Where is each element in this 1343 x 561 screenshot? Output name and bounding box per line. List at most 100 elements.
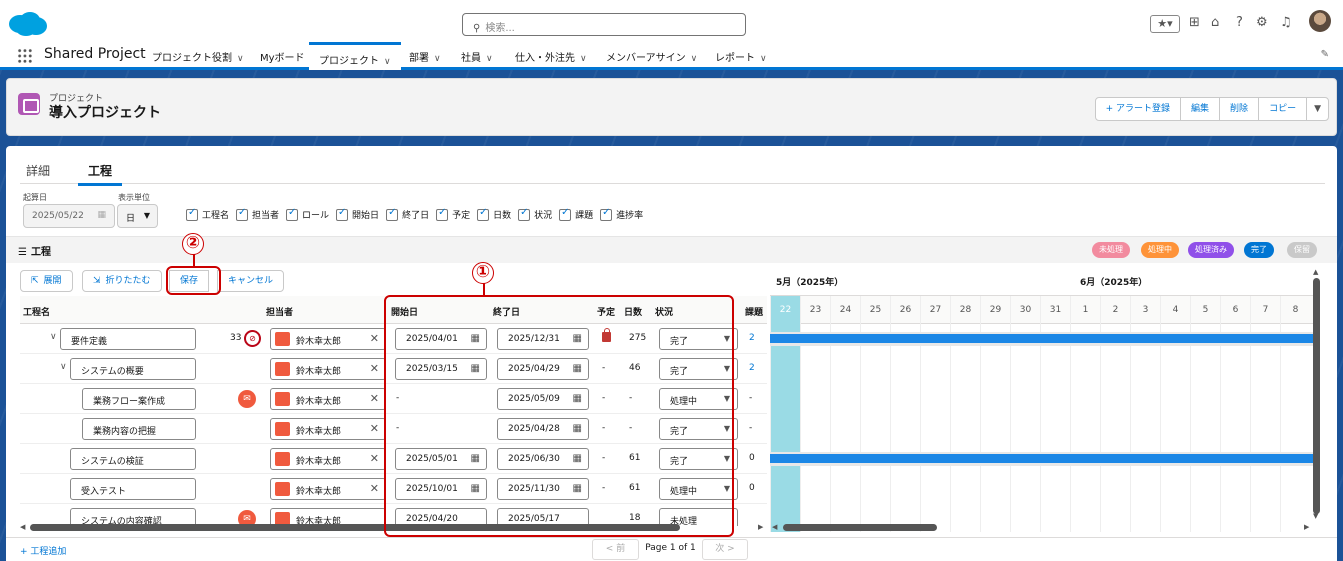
scroll-up-icon[interactable]: ▲ <box>1313 268 1318 276</box>
column-toggle-name[interactable]: 工程名 <box>186 207 229 221</box>
owner-lookup[interactable]: 鈴木幸太郎 ✕ <box>270 328 386 350</box>
start-date-input[interactable]: 2025/05/22 ▦ <box>23 204 115 228</box>
gantt-column <box>1070 324 1100 532</box>
clear-icon[interactable]: ✕ <box>370 392 379 405</box>
checkbox-checked-icon[interactable] <box>436 207 449 221</box>
issues-link[interactable]: 2 <box>749 333 755 343</box>
global-search-input[interactable]: ⚲ 検索... <box>462 13 746 36</box>
checkbox-checked-icon[interactable] <box>559 207 572 221</box>
next-page-button[interactable]: 次 > <box>702 539 748 560</box>
owner-lookup[interactable]: 鈴木幸太郎 ✕ <box>270 418 386 440</box>
scroll-right-icon[interactable]: ▶ <box>1304 523 1309 531</box>
gantt-column <box>1160 324 1190 532</box>
expand-button[interactable]: ⇱ 展開 <box>20 270 73 292</box>
chevron-down-icon[interactable]: ∨ <box>691 54 698 64</box>
owner-lookup[interactable]: 鈴木幸太郎 ✕ <box>270 358 386 380</box>
clear-icon[interactable]: ✕ <box>370 362 379 375</box>
column-toggle-status[interactable]: 状況 <box>518 207 552 221</box>
checkbox-checked-icon[interactable] <box>186 207 198 221</box>
add-icon[interactable]: ⊞ <box>1189 15 1200 30</box>
user-avatar[interactable] <box>1309 10 1331 32</box>
delete-button[interactable]: 削除 <box>1219 97 1260 121</box>
edit-nav-pencil-icon[interactable]: ✎ <box>1321 49 1329 60</box>
process-name-input[interactable]: システムの概要 <box>70 358 196 380</box>
gantt-day: 28 <box>950 296 980 324</box>
cancel-button[interactable]: キャンセル <box>217 270 285 292</box>
notification-bell-icon[interactable]: ♫ <box>1280 15 1292 30</box>
trailhead-icon[interactable]: ⌂ <box>1211 15 1219 30</box>
chevron-down-icon[interactable]: ∨ <box>580 54 587 64</box>
nav-item-my-board[interactable]: Myボード <box>260 49 305 64</box>
gantt-bar-requirements[interactable] <box>770 334 1316 343</box>
nav-item-member-assign[interactable]: メンバーアサイン ∨ <box>606 49 697 64</box>
chevron-down-icon[interactable]: ∨ <box>237 54 244 64</box>
display-unit-select[interactable]: 日 ▼ <box>117 204 158 228</box>
prev-page-button[interactable]: < 前 <box>592 539 639 560</box>
process-name-input[interactable]: 業務内容の把握 <box>82 418 196 440</box>
tab-process[interactable]: 工程 <box>78 162 123 186</box>
collapse-button[interactable]: ⇲ 折りたたむ <box>82 270 162 292</box>
toggle-label: ロール <box>302 211 330 221</box>
checkbox-checked-icon[interactable] <box>236 207 249 221</box>
gantt-bar-system-verification[interactable] <box>770 454 1316 463</box>
more-actions-dropdown-icon[interactable]: ▼ <box>1306 97 1329 121</box>
scroll-right-icon[interactable]: ▶ <box>758 523 763 531</box>
app-launcher-icon[interactable] <box>17 48 33 64</box>
nav-item-project[interactable]: プロジェクト ∨ <box>309 42 401 70</box>
scroll-left-icon[interactable]: ◀ <box>20 523 25 531</box>
nav-item-report[interactable]: レポート ∨ <box>715 49 767 64</box>
process-name-input[interactable]: 要件定義 <box>60 328 196 350</box>
process-name-input[interactable]: システムの検証 <box>70 448 196 470</box>
clear-icon[interactable]: ✕ <box>370 332 379 345</box>
checkbox-checked-icon[interactable] <box>336 207 349 221</box>
checkbox-checked-icon[interactable] <box>600 207 613 221</box>
chevron-down-icon[interactable]: ∨ <box>50 332 57 342</box>
add-alert-button[interactable]: + アラート登録 <box>1094 97 1182 121</box>
favorites-button[interactable]: ★▾ <box>1150 15 1180 33</box>
process-name-input[interactable]: 受入テスト <box>70 478 196 500</box>
column-toggle-start[interactable]: 開始日 <box>336 207 379 221</box>
scroll-left-icon[interactable]: ◀ <box>772 523 777 531</box>
column-toggle-role[interactable]: ロール <box>286 207 330 221</box>
checkbox-checked-icon[interactable] <box>477 207 490 221</box>
column-toggle-end[interactable]: 終了日 <box>386 207 429 221</box>
chevron-down-icon[interactable]: ∨ <box>486 54 493 64</box>
owner-lookup[interactable]: 鈴木幸太郎 ✕ <box>270 448 386 470</box>
nav-item-project-role[interactable]: プロジェクト役割 ∨ <box>152 49 244 64</box>
owner-name: 鈴木幸太郎 <box>296 337 342 347</box>
nav-item-department[interactable]: 部署 ∨ <box>409 49 441 64</box>
column-toggle-plan[interactable]: 予定 <box>436 207 470 221</box>
edit-button[interactable]: 編集 <box>1180 97 1221 121</box>
column-toggle-days[interactable]: 日数 <box>477 207 511 221</box>
nav-item-supplier[interactable]: 仕入・外注先 ∨ <box>515 49 587 64</box>
chevron-down-icon[interactable]: ∨ <box>60 362 67 372</box>
column-toggle-owner[interactable]: 担当者 <box>236 207 279 221</box>
chevron-down-icon[interactable]: ∨ <box>434 54 441 64</box>
scroll-down-icon[interactable]: ▼ <box>1313 512 1318 520</box>
owner-lookup[interactable]: 鈴木幸太郎 ✕ <box>270 478 386 500</box>
chevron-down-icon[interactable]: ∨ <box>760 54 767 64</box>
salesforce-logo[interactable] <box>8 11 48 37</box>
process-section-bar: ☰ 工程 未処理 処理中 処理済み 完了 保留 <box>6 236 1337 263</box>
issues-link[interactable]: 2 <box>749 363 755 373</box>
settings-gear-icon[interactable]: ⚙ <box>1256 15 1268 30</box>
checkbox-checked-icon[interactable] <box>386 207 399 221</box>
clear-icon[interactable]: ✕ <box>370 422 379 435</box>
clear-icon[interactable]: ✕ <box>370 452 379 465</box>
nav-item-employee[interactable]: 社員 ∨ <box>461 49 493 64</box>
copy-button[interactable]: コピー <box>1258 97 1308 121</box>
checkbox-checked-icon[interactable] <box>518 207 531 221</box>
checkbox-checked-icon[interactable] <box>286 207 299 221</box>
vertical-scrollbar[interactable] <box>1313 278 1320 514</box>
column-toggle-progress[interactable]: 進捗率 <box>600 207 643 221</box>
add-process-link[interactable]: + 工程追加 <box>20 544 66 557</box>
process-name-input[interactable]: 業務フロー案作成 <box>82 388 196 410</box>
clear-icon[interactable]: ✕ <box>370 482 379 495</box>
owner-lookup[interactable]: 鈴木幸太郎 ✕ <box>270 388 386 410</box>
column-toggle-issues[interactable]: 課題 <box>559 207 593 221</box>
help-icon[interactable]: ? <box>1236 15 1243 30</box>
chevron-down-icon[interactable]: ∨ <box>384 57 391 67</box>
gantt-column <box>860 324 890 532</box>
tab-detail[interactable]: 詳細 <box>26 162 50 185</box>
gantt-horizontal-scrollbar[interactable] <box>783 524 937 531</box>
